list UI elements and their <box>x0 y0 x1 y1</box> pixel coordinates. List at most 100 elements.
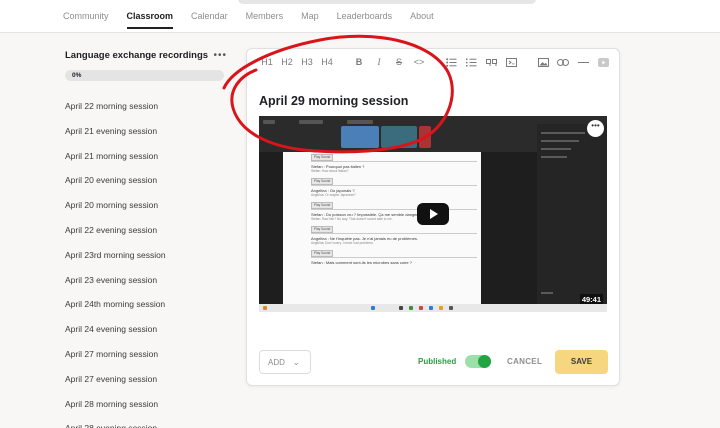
image-icon[interactable] <box>533 57 553 68</box>
lesson-item[interactable]: April 27 morning session <box>65 347 227 372</box>
search-bar-edge[interactable] <box>238 0 536 4</box>
course-title: Language exchange recordings <box>65 50 209 61</box>
course-header: Language exchange recordings ••• <box>65 50 227 61</box>
add-dropdown-button[interactable]: ADD ⌄ <box>259 350 311 374</box>
document-line: Play Sound Stefan : Pourquoi pas italien … <box>311 154 477 174</box>
lesson-list: April 22 morning session April 21 evening… <box>65 99 227 428</box>
course-sidebar: Language exchange recordings ••• 0% Apri… <box>65 50 227 428</box>
top-navigation-bar: Community Classroom Calendar Members Map… <box>0 0 720 33</box>
lesson-item[interactable]: April 28 evening session <box>65 421 227 428</box>
lesson-item[interactable]: April 20 evening session <box>65 173 227 198</box>
dialogue-translation: Angelina: Or maybe Japanese? <box>311 193 356 197</box>
embedded-video[interactable]: Play Sound Stefan : Pourquoi pas italien … <box>259 116 607 312</box>
lesson-item[interactable]: April 24th morning session <box>65 297 227 322</box>
nav-community[interactable]: Community <box>63 11 109 27</box>
course-progress-bar: 0% <box>65 70 224 81</box>
bullet-list-icon[interactable] <box>441 57 461 67</box>
video-taskbar <box>259 304 607 312</box>
quote-icon[interactable] <box>481 57 501 67</box>
nav-map[interactable]: Map <box>301 11 319 27</box>
course-more-icon[interactable]: ••• <box>213 50 227 60</box>
code-block-icon[interactable] <box>501 57 521 68</box>
taskbar-icon <box>429 306 433 310</box>
play-sound-chip: Play Sound <box>311 154 334 161</box>
video-icon[interactable] <box>593 57 613 68</box>
taskbar-icon <box>419 306 423 310</box>
participant-thumbnail <box>381 126 417 148</box>
published-label: Published <box>418 357 457 366</box>
video-tab-mark <box>299 120 323 124</box>
heading-2-button[interactable]: H2 <box>277 57 297 67</box>
nav-members[interactable]: Members <box>246 11 284 27</box>
lesson-item[interactable]: April 21 morning session <box>65 149 227 174</box>
side-panel-line <box>541 140 579 142</box>
taskbar-icon <box>449 306 453 310</box>
chevron-down-icon: ⌄ <box>292 357 300 367</box>
dialogue-text: Stefan : Du poisson cru ? Impossible. Ça… <box>311 209 477 217</box>
side-panel-line <box>541 292 553 294</box>
participant-thumbnail <box>341 126 379 148</box>
heading-3-button[interactable]: H3 <box>297 57 317 67</box>
progress-label: 0% <box>72 72 82 79</box>
toggle-knob <box>478 355 491 368</box>
lesson-title[interactable]: April 29 morning session <box>259 94 408 108</box>
lesson-item[interactable]: April 24 evening session <box>65 322 227 347</box>
numbered-list-icon[interactable] <box>461 57 481 67</box>
lesson-editor: H1 H2 H3 H4 B I S <> April 29 morning se… <box>246 48 620 386</box>
lesson-item[interactable]: April 27 evening session <box>65 372 227 397</box>
taskbar-icon <box>409 306 413 310</box>
heading-1-button[interactable]: H1 <box>257 57 277 67</box>
nav-about[interactable]: About <box>410 11 434 27</box>
nav-leaderboards[interactable]: Leaderboards <box>337 11 393 27</box>
add-label: ADD <box>268 357 285 367</box>
video-side-panel <box>537 124 607 304</box>
published-toggle[interactable] <box>465 355 491 368</box>
dialogue-text: Stefan : Mais comment sont-ils les micro… <box>311 257 477 265</box>
document-line: Play Sound Stefan : Mais comment sont-ils… <box>311 250 477 265</box>
bold-button[interactable]: B <box>349 57 369 67</box>
dialogue-text: Angelina : Ou japonais ? <box>311 185 477 193</box>
lesson-item[interactable]: April 28 morning session <box>65 397 227 422</box>
editor-footer: ADD ⌄ Published CANCEL SAVE <box>259 350 609 374</box>
dialogue-translation: Angelina: Don't worry. I never had probl… <box>311 241 374 245</box>
dialogue-text: Angelina : Ne t'inquiète pas. Je n'ai ja… <box>311 233 477 241</box>
horizontal-rule-icon[interactable] <box>573 57 593 67</box>
main-nav: Community Classroom Calendar Members Map… <box>63 11 452 29</box>
video-document: Play Sound Stefan : Pourquoi pas italien … <box>283 152 481 304</box>
nav-calendar[interactable]: Calendar <box>191 11 228 27</box>
italic-button[interactable]: I <box>369 57 389 67</box>
lesson-item[interactable]: April 22 morning session <box>65 99 227 124</box>
taskbar-icon <box>371 306 375 310</box>
document-line: Play Sound Angelina : Ne t'inquiète pas. … <box>311 226 477 246</box>
video-tab-mark <box>347 120 373 124</box>
document-line: Play Sound Angelina : Ou japonais ? Angeli… <box>311 178 477 198</box>
lesson-item[interactable]: April 23rd morning session <box>65 248 227 273</box>
dialogue-translation: Stefan: Raw fish? No way. That doesn't s… <box>311 217 393 221</box>
document-line: Play Sound Stefan : Du poisson cru ? Impo… <box>311 202 477 222</box>
lesson-item[interactable]: April 23 evening session <box>65 273 227 298</box>
video-more-icon[interactable]: ••• <box>587 120 604 137</box>
taskbar-icon <box>263 306 267 310</box>
side-panel-line <box>541 132 585 134</box>
nav-classroom[interactable]: Classroom <box>126 11 173 29</box>
side-panel-line <box>541 148 571 150</box>
taskbar-icon <box>399 306 403 310</box>
video-document-lines: Play Sound Stefan : Pourquoi pas italien … <box>311 154 477 269</box>
editor-toolbar: H1 H2 H3 H4 B I S <> <box>257 57 613 68</box>
save-button[interactable]: SAVE <box>555 350 608 374</box>
link-icon[interactable] <box>553 57 573 67</box>
video-tab-mark <box>263 120 275 124</box>
lesson-item[interactable]: April 22 evening session <box>65 223 227 248</box>
lesson-item[interactable]: April 20 morning session <box>65 198 227 223</box>
strikethrough-button[interactable]: S <box>389 57 409 67</box>
play-icon[interactable] <box>417 203 449 225</box>
dialogue-translation: Stefan: How about Italian? <box>311 169 349 173</box>
play-sound-chip: Play Sound <box>311 250 334 257</box>
cancel-button[interactable]: CANCEL <box>507 357 542 366</box>
lesson-item[interactable]: April 21 evening session <box>65 124 227 149</box>
heading-4-button[interactable]: H4 <box>317 57 337 67</box>
inline-code-button[interactable]: <> <box>409 57 429 67</box>
taskbar-icon <box>439 306 443 310</box>
participant-thumbnail <box>419 126 431 148</box>
dialogue-text: Stefan : Pourquoi pas italien ? <box>311 161 477 169</box>
